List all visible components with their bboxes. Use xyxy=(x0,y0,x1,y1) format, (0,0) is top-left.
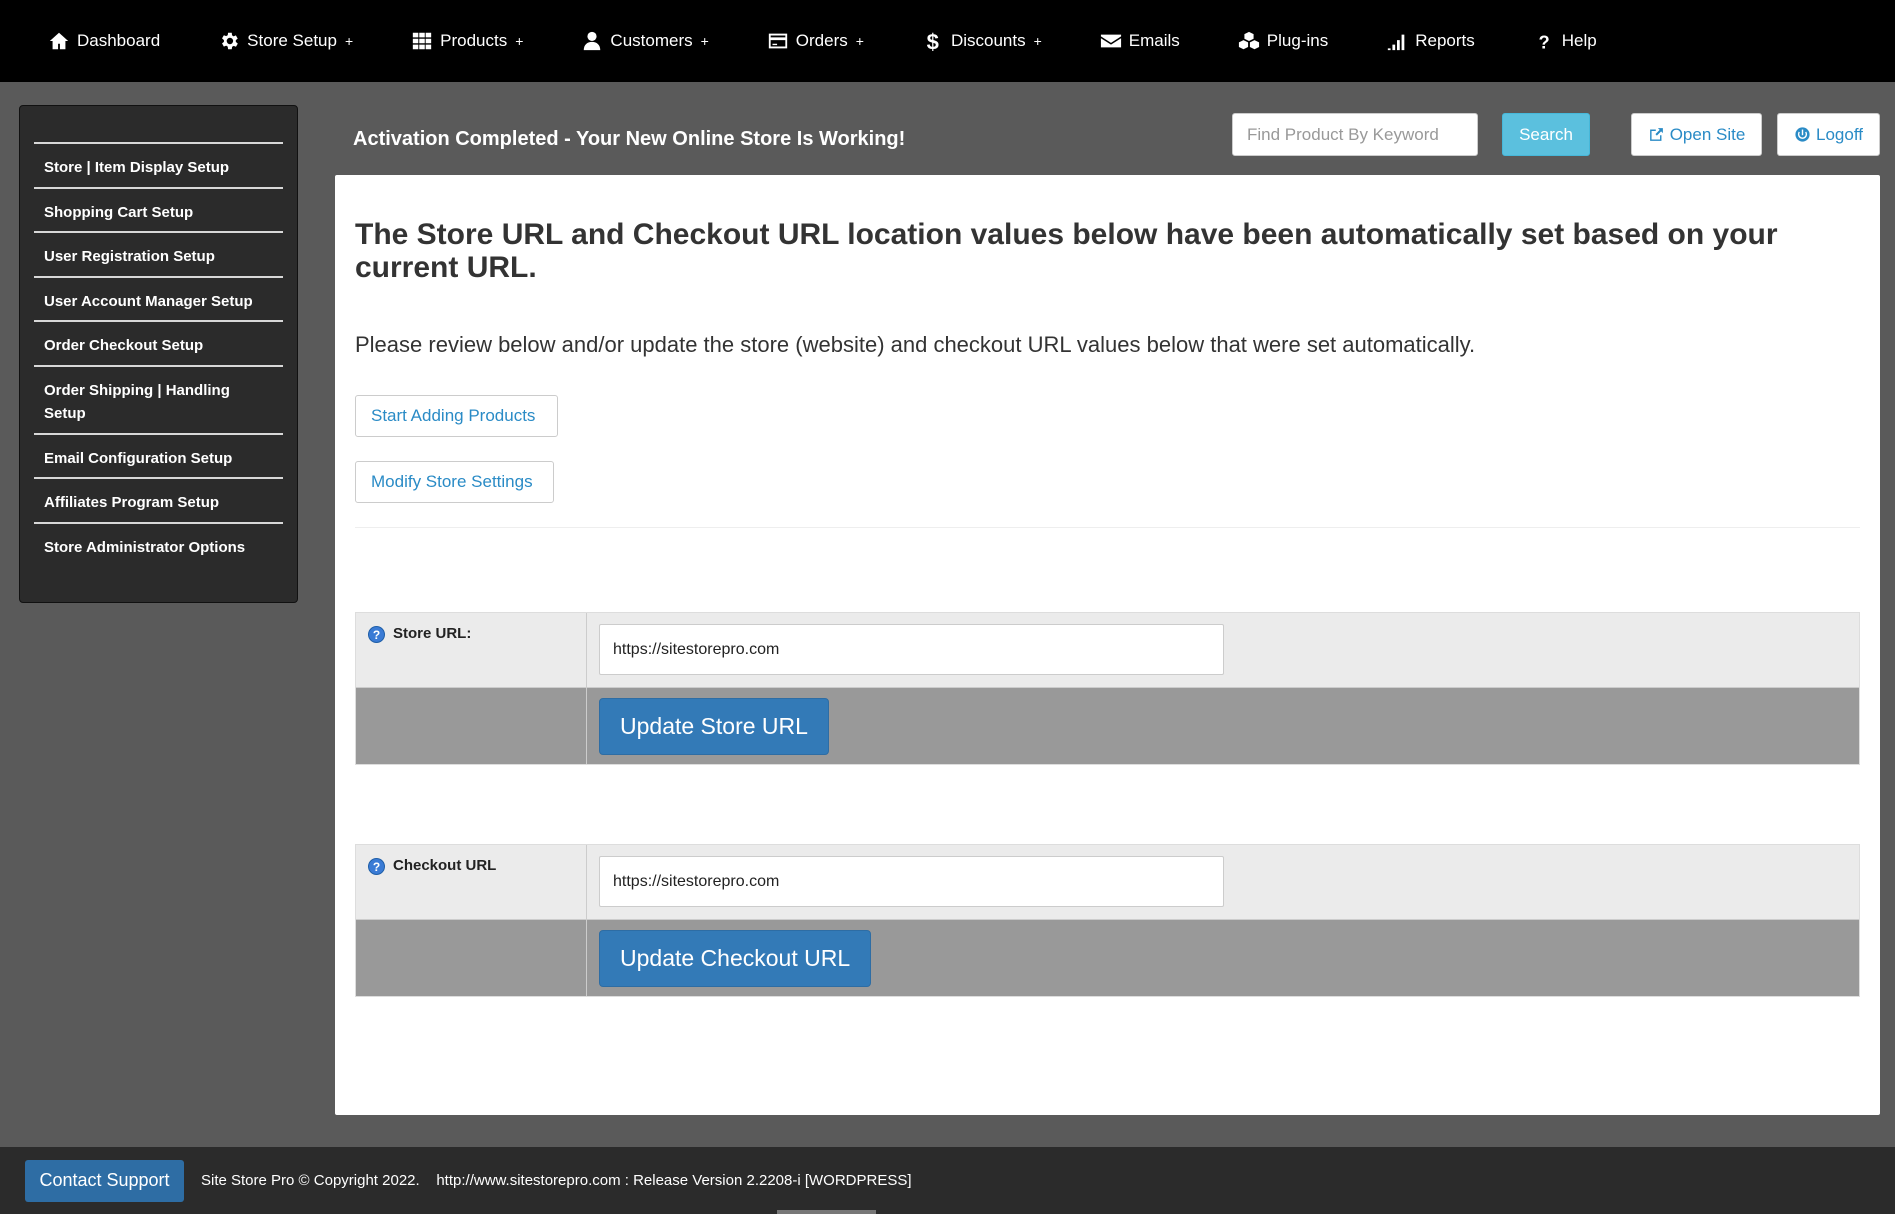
power-icon xyxy=(1795,127,1810,142)
sidebar-item-store-admin[interactable]: Store Administrator Options xyxy=(34,521,283,567)
nav-customers-plus: + xyxy=(700,33,709,49)
store-url-table: ? Store URL: Update Store URL xyxy=(355,612,1860,765)
nav-orders-plus: + xyxy=(855,33,864,49)
scrollbar-thumb[interactable] xyxy=(777,1210,876,1214)
footer: Contact Support Site Store Pro © Copyrig… xyxy=(0,1147,1895,1214)
search-button[interactable]: Search xyxy=(1502,113,1590,156)
logoff-label: Logoff xyxy=(1816,124,1863,144)
help-icon[interactable]: ? xyxy=(368,626,385,643)
checkout-url-label-cell: ? Checkout URL xyxy=(356,845,587,919)
nav-products-label: Products xyxy=(440,31,508,50)
store-url-label-cell: ? Store URL: xyxy=(356,613,587,687)
cubes-icon xyxy=(1238,31,1259,50)
open-site-button[interactable]: Open Site xyxy=(1631,113,1762,156)
nav-products-plus: + xyxy=(515,33,524,49)
dollar-icon: $ xyxy=(927,30,939,52)
nav-store-setup-plus: + xyxy=(344,33,354,49)
sidebar-item-store-display[interactable]: Store | Item Display Setup xyxy=(34,142,283,187)
svg-text:$: $ xyxy=(927,30,939,52)
contact-support-button[interactable]: Contact Support xyxy=(25,1159,184,1202)
sidebar-item-order-shipping[interactable]: Order Shipping | Handling Setup xyxy=(34,364,283,433)
nav-emails[interactable]: Emails xyxy=(1100,30,1180,52)
divider xyxy=(355,527,1860,528)
store-url-input[interactable] xyxy=(599,624,1224,675)
help-icon[interactable]: ? xyxy=(368,858,385,875)
envelope-icon xyxy=(1100,34,1121,48)
store-url-label: Store URL: xyxy=(393,625,472,642)
checkout-url-label: Checkout URL xyxy=(393,857,497,874)
update-store-url-button[interactable]: Update Store URL xyxy=(599,698,829,755)
gear-icon xyxy=(222,32,238,50)
nav-orders-label: Orders xyxy=(795,31,848,50)
nav-help-label: Help xyxy=(1561,31,1597,50)
nav-customers-label: Customers xyxy=(610,31,693,50)
nav-plugins[interactable]: Plug-ins xyxy=(1238,30,1328,52)
page-heading: The Store URL and Checkout URL location … xyxy=(355,218,1778,284)
update-checkout-url-button[interactable]: Update Checkout URL xyxy=(599,930,872,987)
credit-card-icon xyxy=(768,33,787,49)
nav-products[interactable]: Products + xyxy=(411,30,523,52)
nav-discounts-label: Discounts xyxy=(950,31,1026,50)
activation-message: Activation Completed - Your New Online S… xyxy=(353,128,906,150)
signal-icon xyxy=(1388,34,1405,51)
nav-plugins-label: Plug-ins xyxy=(1266,31,1329,50)
nav-dashboard[interactable]: Dashboard xyxy=(48,30,160,52)
sidebar-item-shopping-cart[interactable]: Shopping Cart Setup xyxy=(34,186,283,232)
nav-discounts[interactable]: $ Discounts + xyxy=(922,30,1042,52)
sidebar-item-order-checkout[interactable]: Order Checkout Setup xyxy=(34,320,283,365)
logoff-button[interactable]: Logoff xyxy=(1777,113,1880,156)
sidebar: Store | Item Display Setup Shopping Cart… xyxy=(19,105,298,603)
open-site-label: Open Site xyxy=(1669,124,1746,144)
modify-store-settings-button[interactable]: Modify Store Settings xyxy=(355,461,554,503)
svg-text:?: ? xyxy=(1538,31,1549,52)
nav-reports-label: Reports xyxy=(1415,31,1475,50)
sidebar-item-user-registration[interactable]: User Registration Setup xyxy=(34,231,283,276)
empty-cell xyxy=(356,920,587,996)
sidebar-item-email-configuration[interactable]: Email Configuration Setup xyxy=(34,432,283,478)
grid-icon xyxy=(412,32,432,50)
nav-store-setup[interactable]: Store Setup + xyxy=(218,30,353,52)
sidebar-item-user-account-manager[interactable]: User Account Manager Setup xyxy=(34,275,283,321)
empty-cell xyxy=(356,688,587,764)
user-icon xyxy=(584,31,601,51)
footer-copyright: Site Store Pro © Copyright 2022. http://… xyxy=(201,1172,912,1189)
checkout-url-table: ? Checkout URL Update Checkout URL xyxy=(355,844,1860,997)
intro-text: Please review below and/or update the st… xyxy=(355,332,1476,357)
checkout-url-input[interactable] xyxy=(599,856,1224,907)
nav-store-setup-label: Store Setup xyxy=(247,31,337,50)
nav-orders[interactable]: Orders + xyxy=(767,30,864,52)
nav-dashboard-label: Dashboard xyxy=(77,31,161,50)
nav-discounts-plus: + xyxy=(1033,33,1042,49)
main-panel: The Store URL and Checkout URL location … xyxy=(335,175,1880,1115)
external-link-icon xyxy=(1649,128,1663,141)
nav-customers[interactable]: Customers + xyxy=(581,30,709,52)
question-icon: ? xyxy=(1538,31,1549,52)
top-navigation: Dashboard Store Setup + Products + Custo… xyxy=(0,0,1895,82)
nav-reports[interactable]: Reports xyxy=(1386,30,1475,52)
search-input[interactable] xyxy=(1232,113,1478,156)
start-adding-products-button[interactable]: Start Adding Products xyxy=(355,395,558,437)
home-icon xyxy=(49,32,69,50)
nav-emails-label: Emails xyxy=(1128,31,1180,50)
nav-help[interactable]: ? Help xyxy=(1533,30,1597,52)
sidebar-item-affiliates[interactable]: Affiliates Program Setup xyxy=(34,477,283,522)
